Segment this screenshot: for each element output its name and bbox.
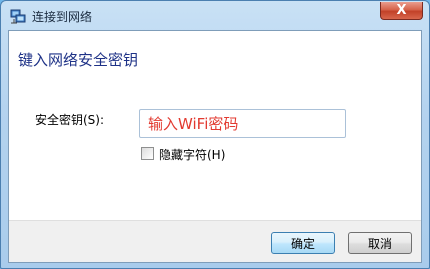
security-key-label: 安全密钥(S):	[35, 113, 105, 127]
button-bar: 确定 取消	[9, 220, 421, 262]
hide-characters-label[interactable]: 隐藏字符(H)	[159, 146, 225, 163]
hide-characters-checkbox[interactable]	[141, 147, 154, 160]
title-bar[interactable]: 连接到网络 X	[1, 1, 429, 30]
cancel-button[interactable]: 取消	[348, 232, 412, 254]
close-icon: X	[396, 3, 407, 18]
network-icon	[10, 9, 26, 24]
close-button[interactable]: X	[380, 2, 423, 20]
ok-button[interactable]: 确定	[271, 232, 335, 254]
window-title: 连接到网络	[32, 10, 93, 24]
dialog-content: 键入网络安全密钥 安全密钥(S): 隐藏字符(H) 确定 取消	[8, 30, 422, 263]
dialog-window: 连接到网络 X 键入网络安全密钥 安全密钥(S): 隐藏字符(H) 确定 取消	[0, 0, 430, 269]
security-key-input[interactable]	[139, 109, 346, 138]
page-title: 键入网络安全密钥	[18, 51, 139, 69]
